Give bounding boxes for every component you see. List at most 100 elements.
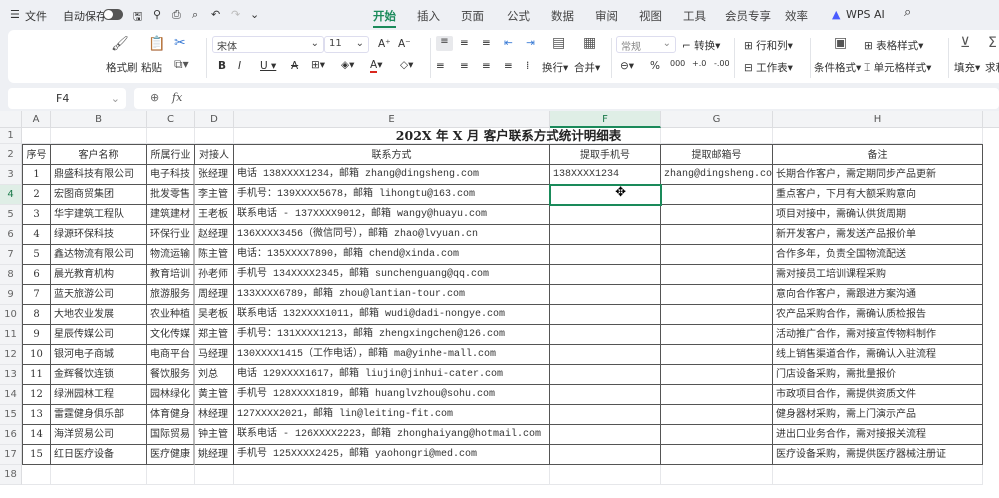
table-cell[interactable]: 手机号：131XXXX1213，邮箱 zhengxingchen@126.com bbox=[234, 325, 550, 345]
empty-cell[interactable] bbox=[661, 465, 773, 485]
tab-3[interactable]: 公式 bbox=[507, 8, 530, 24]
autosave-toggle[interactable] bbox=[103, 9, 123, 20]
justify-button[interactable]: ≡ bbox=[504, 60, 513, 72]
table-style-button[interactable]: ⊞ 表格样式▾ bbox=[864, 38, 923, 53]
table-cell[interactable]: 联系电话 132XXXX1011，邮箱 wudi@dadi-nongye.com bbox=[234, 305, 550, 325]
table-cell[interactable]: 周经理 bbox=[195, 285, 234, 305]
table-cell[interactable] bbox=[550, 425, 661, 445]
table-cell[interactable]: 电商平台 bbox=[147, 345, 195, 365]
table-cell[interactable] bbox=[550, 365, 661, 385]
table-cell[interactable]: 海洋贸易公司 bbox=[51, 425, 147, 445]
table-cell[interactable]: 星辰传媒公司 bbox=[51, 325, 147, 345]
undo-icon[interactable]: ↶ bbox=[211, 8, 220, 21]
row-header-14[interactable]: 14 bbox=[0, 385, 22, 405]
table-cell[interactable]: 12 bbox=[22, 385, 51, 405]
tab-0[interactable]: 开始 bbox=[373, 8, 396, 28]
empty-cell[interactable] bbox=[147, 465, 195, 485]
table-cell[interactable]: 1 bbox=[22, 165, 51, 185]
table-cell[interactable]: 15 bbox=[22, 445, 51, 465]
row-header-10[interactable]: 10 bbox=[0, 305, 22, 325]
table-cell[interactable]: 3 bbox=[22, 205, 51, 225]
table-cell[interactable] bbox=[661, 185, 773, 205]
table-cell[interactable]: 127XXXX2021，邮箱 lin@leiting-fit.com bbox=[234, 405, 550, 425]
table-cell[interactable] bbox=[550, 265, 661, 285]
table-cell[interactable]: zhang@dingsheng.com bbox=[661, 165, 773, 185]
table-cell[interactable] bbox=[550, 205, 661, 225]
table-cell[interactable]: 李主管 bbox=[195, 185, 234, 205]
align-center-button[interactable]: ≡ bbox=[460, 60, 469, 72]
table-cell[interactable]: 6 bbox=[22, 265, 51, 285]
save-icon[interactable]: 🖫 bbox=[133, 8, 142, 27]
table-cell[interactable]: 需对接员工培训课程采购 bbox=[773, 265, 983, 285]
row-header-5[interactable]: 5 bbox=[0, 205, 22, 225]
table-cell[interactable] bbox=[661, 385, 773, 405]
table-cell[interactable]: 电话 129XXXX1617，邮箱 liujin@jinhui-cater.co… bbox=[234, 365, 550, 385]
table-cell[interactable]: 农产品采购合作，需确认质检报告 bbox=[773, 305, 983, 325]
table-cell[interactable]: 赵经理 bbox=[195, 225, 234, 245]
table-cell[interactable]: 9 bbox=[22, 325, 51, 345]
row-header-16[interactable]: 16 bbox=[0, 425, 22, 445]
column-header-A[interactable]: A bbox=[22, 111, 51, 128]
table-cell[interactable]: 意向合作客户，需跟进方案沟通 bbox=[773, 285, 983, 305]
decrease-font-icon[interactable]: A⁻ bbox=[398, 38, 411, 50]
wrap-button[interactable]: 换行▾ bbox=[542, 60, 568, 75]
table-cell[interactable]: 物流运输 bbox=[147, 245, 195, 265]
file-menu[interactable]: 文件 bbox=[25, 8, 47, 24]
border-button[interactable]: ⊞▾ bbox=[311, 59, 325, 71]
tab-9[interactable]: 效率 bbox=[785, 8, 808, 24]
table-cell[interactable]: 鑫达物流有限公司 bbox=[51, 245, 147, 265]
cond-format-button[interactable]: 条件格式▾ bbox=[814, 60, 861, 75]
table-cell[interactable]: 农业种植 bbox=[147, 305, 195, 325]
font-name-select[interactable]: 宋体 ⌄ bbox=[212, 36, 324, 53]
tab-1[interactable]: 插入 bbox=[417, 8, 440, 24]
table-cell[interactable]: 绿洲园林工程 bbox=[51, 385, 147, 405]
table-cell[interactable]: 钟主管 bbox=[195, 425, 234, 445]
tab-5[interactable]: 审阅 bbox=[595, 8, 618, 24]
paste-button[interactable]: 粘贴 bbox=[141, 60, 162, 75]
table-cell[interactable]: 手机号 134XXXX2345，邮箱 sunchenguang@qq.com bbox=[234, 265, 550, 285]
table-cell[interactable]: 136XXXX3456（微信同号），邮箱 zhao@lvyuan.cn bbox=[234, 225, 550, 245]
table-cell[interactable] bbox=[661, 405, 773, 425]
table-cell[interactable] bbox=[550, 185, 661, 205]
table-cell[interactable]: 门店设备采购，需批量报价 bbox=[773, 365, 983, 385]
row-header-7[interactable]: 7 bbox=[0, 245, 22, 265]
empty-cell[interactable] bbox=[51, 128, 147, 144]
column-header-E[interactable]: E bbox=[234, 111, 550, 128]
table-cell[interactable]: 批发零售 bbox=[147, 185, 195, 205]
column-header-C[interactable]: C bbox=[147, 111, 195, 128]
indent-button[interactable]: ⇥ bbox=[526, 37, 535, 49]
rows-cols-button[interactable]: ⊞ 行和列▾ bbox=[744, 38, 793, 53]
tab-2[interactable]: 页面 bbox=[461, 8, 484, 24]
spreadsheet-grid[interactable]: ABCDEFGH 1 2 序号 客户名称 所属行业 对接人 联系方式 提取手机号 提取邮箱号 备注… bbox=[0, 111, 999, 498]
increase-decimal-button[interactable]: +.0 bbox=[692, 59, 706, 68]
table-cell[interactable]: 11 bbox=[22, 365, 51, 385]
table-cell[interactable] bbox=[661, 205, 773, 225]
percent-button[interactable]: % bbox=[650, 60, 660, 72]
table-cell[interactable]: 14 bbox=[22, 425, 51, 445]
convert-button[interactable]: ⌐ 转换▾ bbox=[682, 38, 720, 53]
fill-color-button[interactable]: ◈▾ bbox=[341, 59, 354, 71]
underline-button[interactable]: U ▾ bbox=[260, 60, 276, 72]
table-cell[interactable]: 进出口业务合作，需对接报关流程 bbox=[773, 425, 983, 445]
fill-button[interactable]: 填充▾ bbox=[954, 60, 980, 75]
table-cell[interactable]: 项目对接中，需确认供货周期 bbox=[773, 205, 983, 225]
table-cell[interactable]: 线上销售渠道合作，需确认入驻流程 bbox=[773, 345, 983, 365]
table-cell[interactable]: 手机号 128XXXX1819，邮箱 huanglvzhou@sohu.com bbox=[234, 385, 550, 405]
table-cell[interactable]: 晨光教育机构 bbox=[51, 265, 147, 285]
align-right-button[interactable]: ≡ bbox=[482, 60, 491, 72]
empty-cell[interactable] bbox=[195, 128, 234, 144]
table-cell[interactable]: 文化传媒 bbox=[147, 325, 195, 345]
row-header-9[interactable]: 9 bbox=[0, 285, 22, 305]
table-cell[interactable] bbox=[661, 245, 773, 265]
empty-cell[interactable] bbox=[550, 465, 661, 485]
table-cell[interactable]: 黄主管 bbox=[195, 385, 234, 405]
distribute-button[interactable]: ⁞ bbox=[526, 60, 529, 72]
table-cell[interactable]: 联系电话 - 137XXXX9012，邮箱 wangy@huayu.com bbox=[234, 205, 550, 225]
table-cell[interactable]: 马经理 bbox=[195, 345, 234, 365]
empty-cell[interactable] bbox=[147, 128, 195, 144]
print-icon[interactable]: ⎙ bbox=[172, 8, 181, 22]
row-header-11[interactable]: 11 bbox=[0, 325, 22, 345]
table-cell[interactable]: 4 bbox=[22, 225, 51, 245]
copy-icon[interactable]: ⧉▾ bbox=[174, 57, 189, 72]
table-cell[interactable]: 13 bbox=[22, 405, 51, 425]
